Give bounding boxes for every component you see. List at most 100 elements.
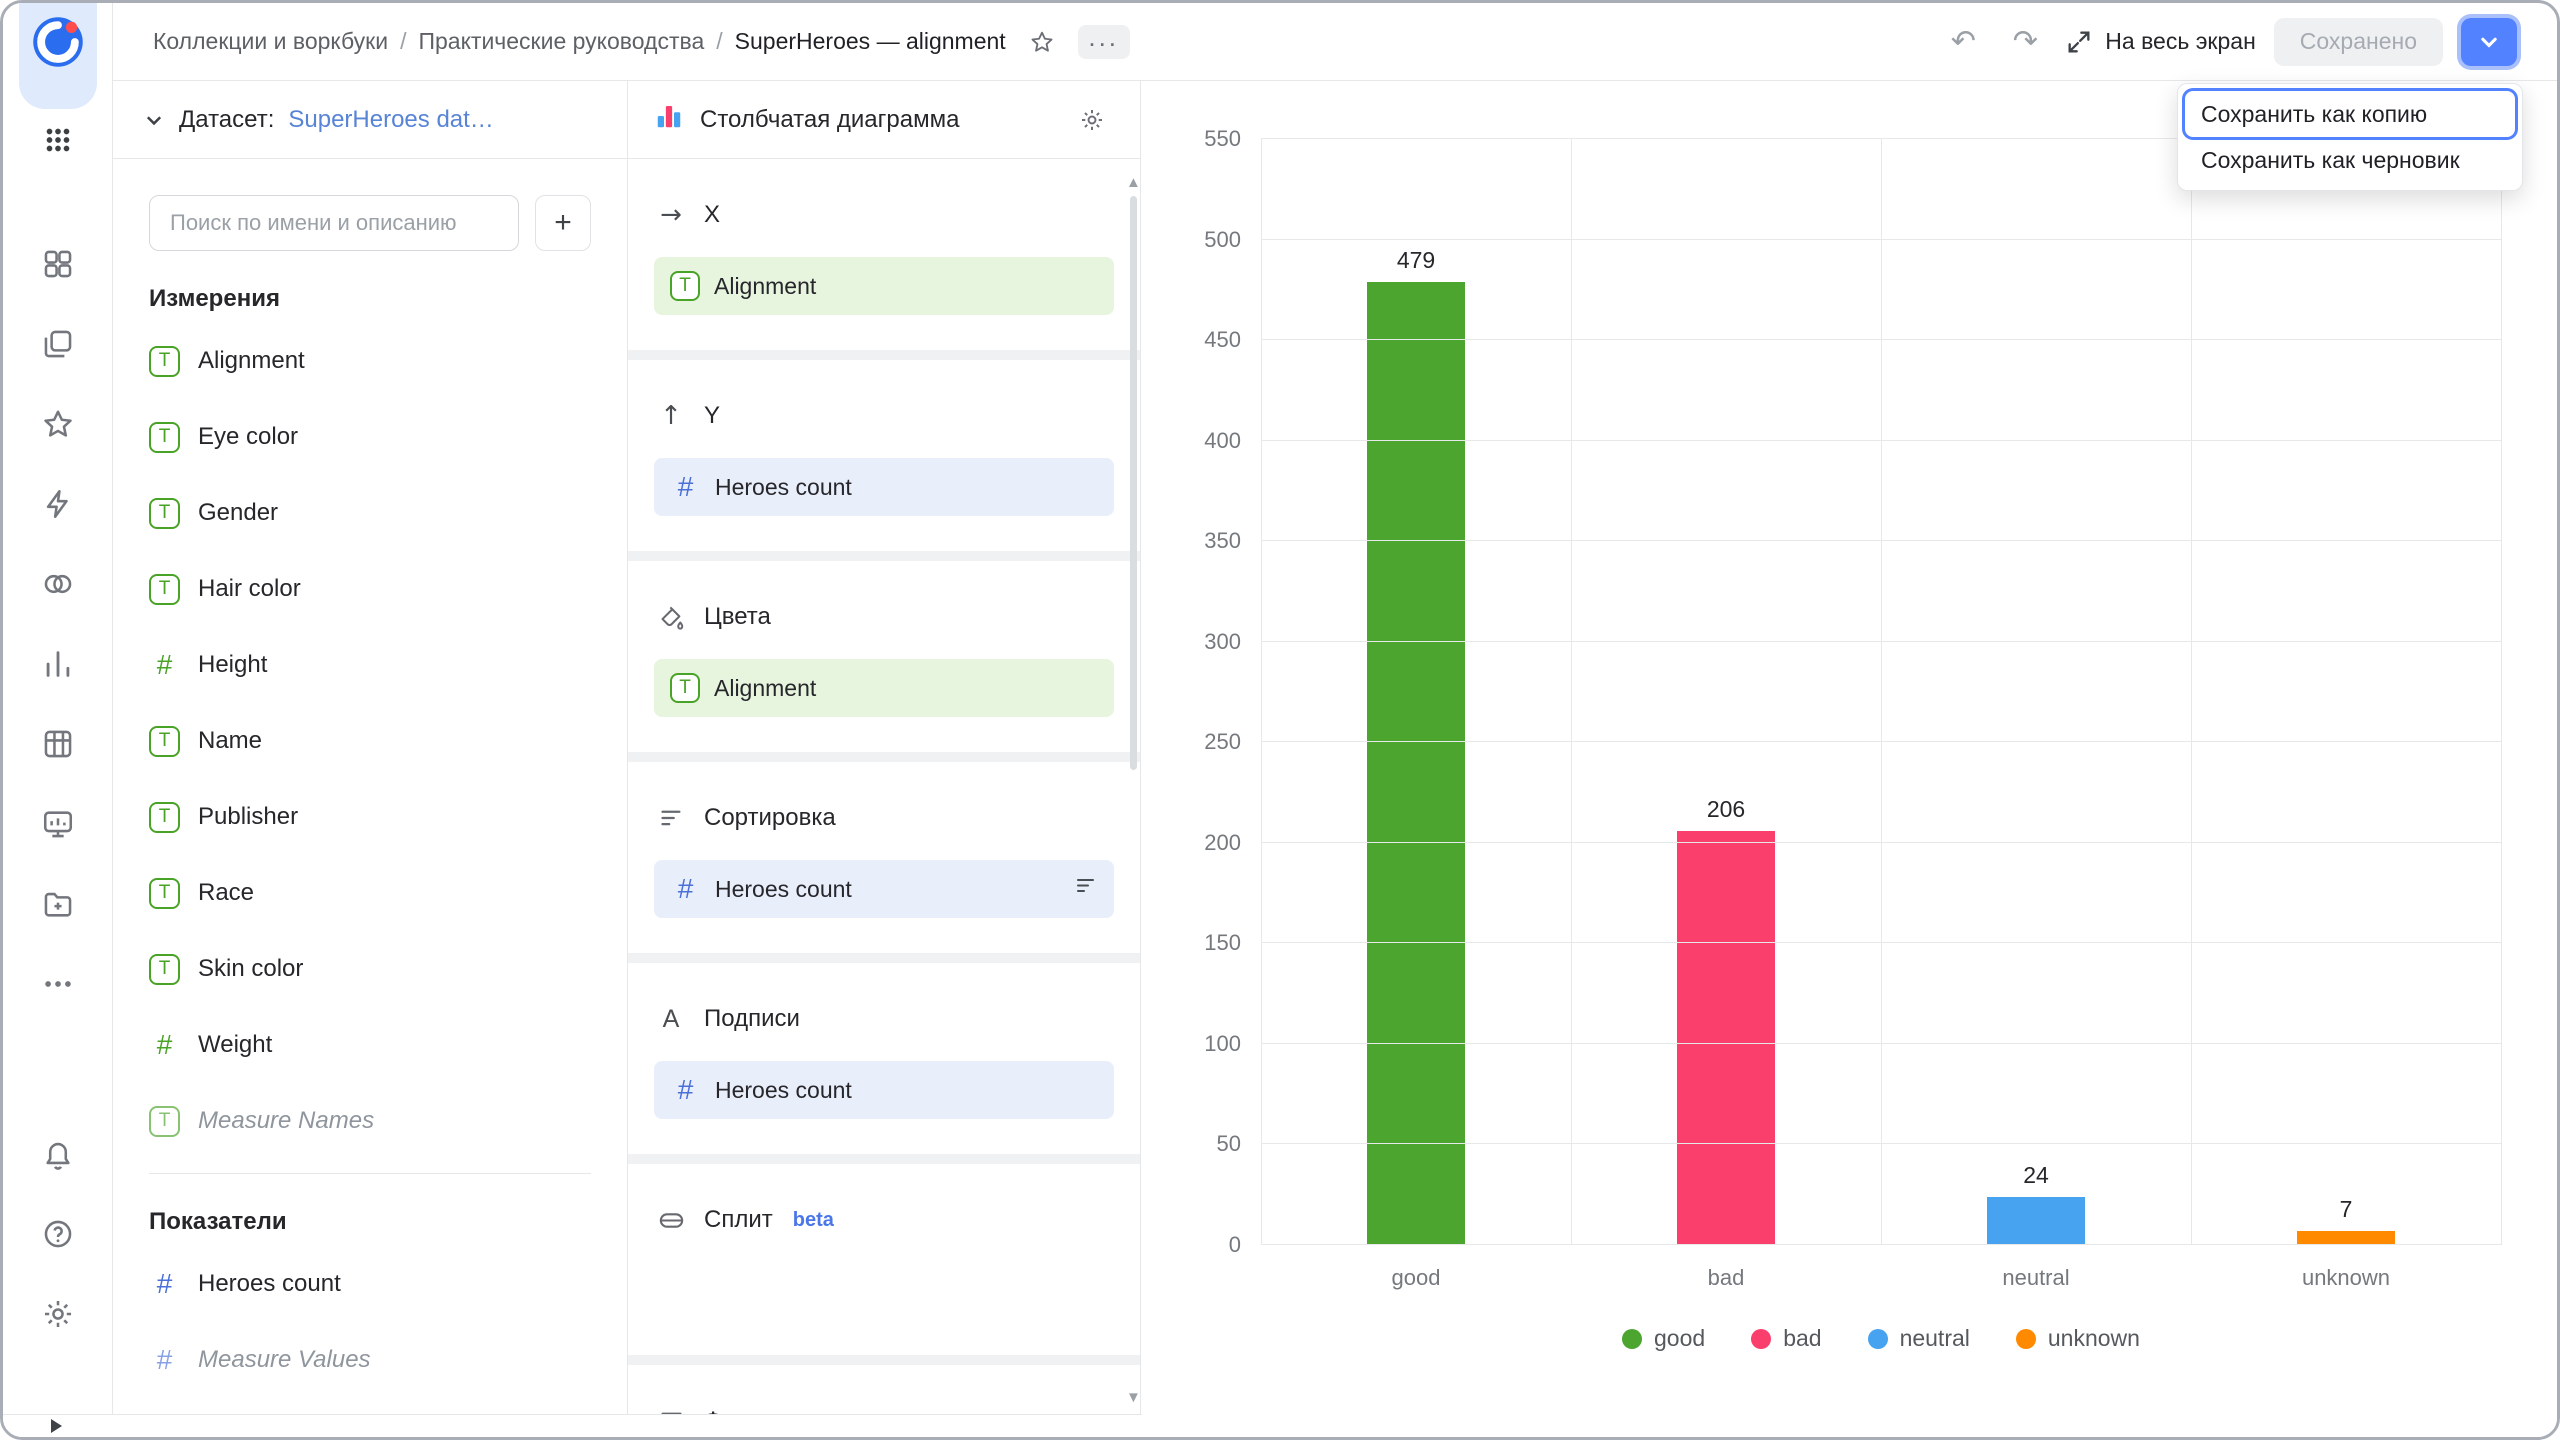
objects-icon[interactable] [41,247,75,281]
bar-cell: 479 [1261,139,1571,1245]
plot-area: 479206247 [1261,139,2501,1245]
bar-value-label: 206 [1707,796,1745,823]
bar-cell: 7 [2191,139,2501,1245]
field-label: Measure Names [198,1107,374,1135]
paint-bucket-icon [654,604,688,631]
editor-icon[interactable] [41,487,75,521]
legend-item[interactable]: unknown [2016,1325,2140,1352]
redo-icon[interactable]: ↷ [2003,20,2047,64]
fields-section-title: Измерения [149,285,591,313]
scroll-up-icon[interactable]: ▲ [1126,175,1138,190]
section-sort: Сортировка # Heroes count [628,762,1140,953]
legend-item[interactable]: neutral [1868,1325,1970,1352]
legend-item[interactable]: good [1622,1325,1705,1352]
legend-label: bad [1783,1325,1821,1352]
favorite-star-icon[interactable] [1020,20,1064,64]
add-field-button[interactable]: + [535,195,591,251]
fullscreen-icon [2065,28,2093,56]
sort-direction-icon[interactable] [1074,874,1098,904]
legend-item[interactable]: bad [1751,1325,1821,1352]
undo-icon[interactable]: ↶ [1941,20,1985,64]
chart-type-label[interactable]: Столбчатая диаграмма [700,106,959,134]
field-item[interactable]: THair color [149,551,591,627]
save-dropdown-menu: Сохранить как копию Сохранить как чернов… [2177,83,2523,191]
fields-list: ИзмеренияTAlignmentTEye colorTGenderTHai… [149,285,591,1398]
bar-chart-type-icon[interactable] [654,101,684,138]
datalens-logo[interactable] [31,15,85,69]
breadcrumb-separator: / [716,28,722,55]
fullscreen-button[interactable]: На весь экран [2065,28,2256,56]
field-item[interactable]: #Height [149,627,591,703]
field-item[interactable]: TRace [149,855,591,931]
field-item[interactable]: #Heroes count [149,1246,591,1322]
bar-bad[interactable] [1677,831,1775,1245]
chart-settings-gear-icon[interactable] [1070,98,1114,142]
collections-icon[interactable] [41,327,75,361]
scroll-down-icon[interactable]: ▼ [1126,1390,1138,1405]
config-scrollbar-thumb[interactable] [1130,196,1137,770]
favorites-icon[interactable] [41,407,75,441]
connections-icon[interactable] [41,887,75,921]
y-axis-tick: 350 [1204,528,1241,554]
field-type-number-icon: # [149,649,180,681]
dataset-header[interactable]: Датасет: SuperHeroes dat… [113,81,627,159]
field-type-text-icon: T [149,346,180,377]
field-search-input[interactable] [149,195,519,251]
field-item[interactable]: #Measure Values [149,1322,591,1398]
saved-button[interactable]: Сохранено [2274,18,2443,66]
dataset-name-link[interactable]: SuperHeroes dat… [288,106,493,134]
field-type-text-icon: T [149,574,180,605]
notifications-icon[interactable] [41,1137,75,1171]
app-window: Коллекции и воркбуки / Практические руко… [0,0,2560,1440]
dashboards-icon[interactable] [41,807,75,841]
menu-item-save-draft[interactable]: Сохранить как черновик [2185,137,2515,183]
content-row: Датасет: SuperHeroes dat… + Измерения TAl… [113,81,2557,1437]
split-icon [654,1207,688,1234]
field-item[interactable]: TSkin color [149,931,591,1007]
field-item[interactable]: TPublisher [149,779,591,855]
field-item[interactable]: TName [149,703,591,779]
bar-neutral[interactable] [1987,1197,2085,1245]
help-icon[interactable] [41,1217,75,1251]
field-item[interactable]: TMeasure Names [149,1083,591,1159]
wizard-charts-icon[interactable] [41,647,75,681]
section-y-title: Y [704,402,720,430]
x-field-chip[interactable]: T Alignment [654,257,1114,315]
chevron-down-icon [143,109,165,131]
bar-unknown[interactable] [2297,1231,2395,1245]
more-actions-icon[interactable]: ... [1078,25,1130,59]
x-axis-category: unknown [2191,1265,2501,1291]
bar-good[interactable] [1367,282,1465,1245]
gridline [1571,139,1572,1245]
field-item[interactable]: TEye color [149,399,591,475]
y-field-chip[interactable]: # Heroes count [654,458,1114,516]
labels-field-chip[interactable]: # Heroes count [654,1061,1114,1119]
y-axis-tick: 300 [1204,629,1241,655]
chip-label: Heroes count [715,876,852,903]
chip-label: Heroes count [715,1077,852,1104]
more-icon[interactable] [41,967,75,1001]
dataset-label: Датасет: [179,106,274,134]
field-label: Eye color [198,423,298,451]
field-item[interactable]: #Weight [149,1007,591,1083]
collapse-panel-icon[interactable] [51,1419,62,1433]
section-x: → X T Alignment [628,159,1140,350]
datasets-icon[interactable] [41,727,75,761]
apps-grid-icon[interactable] [41,123,75,157]
field-label: Gender [198,499,278,527]
field-label: Heroes count [198,1270,341,1298]
colors-field-chip[interactable]: T Alignment [654,659,1114,717]
bar-value-label: 7 [2340,1196,2353,1223]
legend-dot [1622,1329,1642,1349]
sort-field-chip[interactable]: # Heroes count [654,860,1114,918]
menu-item-save-copy[interactable]: Сохранить как копию [2185,91,2515,137]
breadcrumb-guides[interactable]: Практические руководства [418,28,704,55]
save-menu-toggle-button[interactable] [2461,18,2517,66]
section-labels-title: Подписи [704,1005,800,1033]
ql-charts-icon[interactable] [41,567,75,601]
field-label: Skin color [198,955,303,983]
field-item[interactable]: TGender [149,475,591,551]
field-item[interactable]: TAlignment [149,323,591,399]
breadcrumb-collections[interactable]: Коллекции и воркбуки [153,28,388,55]
settings-icon[interactable] [41,1297,75,1331]
